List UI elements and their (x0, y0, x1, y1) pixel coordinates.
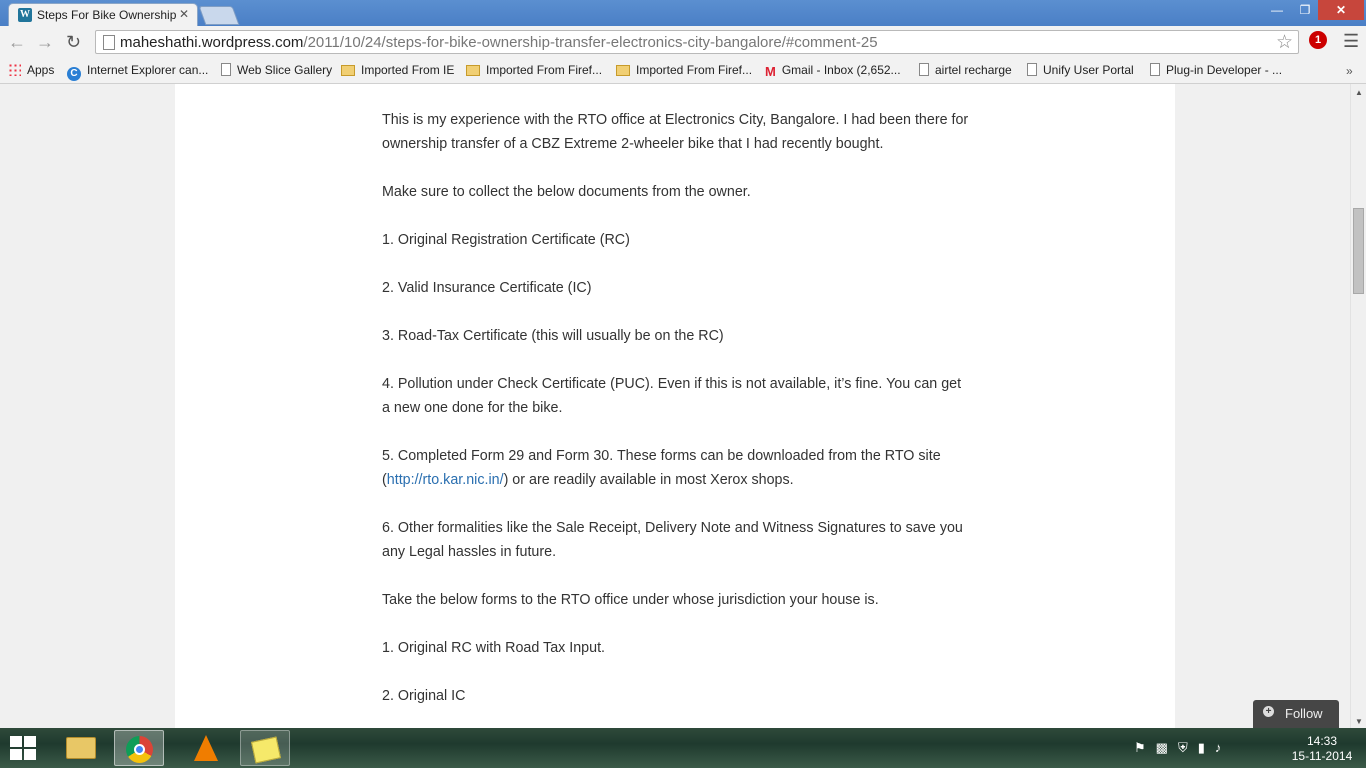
extension-badge-icon[interactable]: 1 (1309, 31, 1327, 49)
bookmarks-bar: Apps C Internet Explorer can... Web Slice… (0, 59, 1366, 84)
tab-close-icon[interactable]: ✕ (179, 7, 189, 21)
bookmark-web-slice[interactable]: Web Slice Gallery (221, 63, 332, 77)
rto-link[interactable]: http://rto.kar.nic.in/ (387, 472, 504, 488)
paragraph: Make sure to collect the below documents… (382, 184, 751, 200)
content-panel: This is my experience with the RTO offic… (175, 84, 1175, 728)
close-window-button[interactable]: ✕ (1318, 0, 1364, 20)
url-text[interactable]: maheshathi.wordpress.com/2011/10/24/step… (120, 34, 878, 51)
minimize-button[interactable]: — (1262, 0, 1292, 20)
vlc-icon[interactable] (180, 730, 230, 766)
article-body: This is my experience with the RTO offic… (382, 108, 972, 728)
chevron-right-icon[interactable]: » (1346, 64, 1353, 78)
back-arrow-icon[interactable]: ← (8, 32, 26, 52)
folder-icon (616, 65, 630, 76)
page-viewport: This is my experience with the RTO offic… (0, 84, 1350, 728)
chrome-icon[interactable] (114, 730, 164, 766)
follow-button[interactable]: + Follow (1253, 700, 1339, 728)
scroll-up-icon[interactable]: ▲ (1355, 88, 1363, 97)
url-path: /2011/10/24/steps-for-bike-ownership-tra… (303, 34, 878, 51)
reload-icon[interactable]: ↻ (66, 32, 81, 52)
volume-icon[interactable]: ♪ (1215, 740, 1232, 755)
paragraph: Take the below forms to the RTO office u… (382, 592, 879, 608)
bookmark-unify[interactable]: Unify User Portal (1027, 63, 1134, 77)
clock[interactable]: 14:33 15-11-2014 (1290, 734, 1354, 764)
list-item: 2. Original IC (382, 688, 466, 704)
bookmark-star-icon[interactable]: ☆ (1276, 31, 1293, 54)
page-icon (221, 63, 231, 76)
windows-taskbar: ⚑▩⛨▮♪ 14:33 15-11-2014 (0, 728, 1366, 768)
gmail-icon: M (765, 64, 776, 79)
title-bar: W Steps For Bike Ownership ✕ — ❐ ✕ (0, 0, 1366, 26)
list-item: 4. Pollution under Check Certificate (PU… (382, 376, 962, 416)
sticky-notes-icon[interactable] (240, 730, 290, 766)
bookmark-imported-firefox-1[interactable]: Imported From Firef... (466, 63, 602, 77)
system-tray[interactable]: ⚑▩⛨▮♪ (1134, 740, 1231, 756)
flag-icon[interactable]: ⚑ (1134, 740, 1156, 755)
folder-icon (466, 65, 480, 76)
page-icon (1150, 63, 1160, 76)
plus-icon: + (1263, 706, 1274, 717)
bookmark-gmail[interactable]: M Gmail - Inbox (2,652... (765, 63, 901, 79)
list-item: 1. Original RC with Road Tax Input. (382, 640, 606, 656)
menu-icon[interactable]: ☰ (1343, 32, 1359, 50)
clock-date: 15-11-2014 (1291, 749, 1353, 763)
bookmark-plugin-dev[interactable]: Plug-in Developer - ... (1150, 63, 1282, 77)
bookmark-apps[interactable]: Apps (8, 63, 54, 77)
bookmark-airtel[interactable]: airtel recharge (919, 63, 1012, 77)
list-item: 1. Original Registration Certificate (RC… (382, 232, 630, 248)
c-icon: C (67, 67, 81, 81)
tab-active[interactable]: W Steps For Bike Ownership ✕ (8, 3, 198, 26)
vertical-scrollbar[interactable]: ▲ ▼ (1350, 84, 1366, 728)
bookmark-imported-ie[interactable]: Imported From IE (341, 63, 454, 77)
network-icon[interactable]: ▩ (1156, 740, 1178, 755)
page-icon (103, 35, 115, 50)
paragraph: This is my experience with the RTO offic… (382, 112, 969, 152)
browser-toolbar: ← → ↻ maheshathi.wordpress.com/2011/10/2… (0, 26, 1366, 59)
scroll-thumb[interactable] (1353, 208, 1364, 294)
list-item: 5. Completed Form 29 and Form 30. These … (382, 448, 941, 488)
wordpress-icon: W (18, 8, 32, 22)
security-icon[interactable]: ⛨ (1178, 740, 1198, 755)
folder-icon (341, 65, 355, 76)
list-item: 2. Valid Insurance Certificate (IC) (382, 280, 592, 296)
scroll-down-icon[interactable]: ▼ (1355, 717, 1363, 726)
clock-time: 14:33 (1306, 734, 1338, 748)
page-icon (919, 63, 929, 76)
apps-icon (8, 63, 21, 76)
windows-start-icon[interactable] (10, 736, 38, 762)
file-explorer-icon[interactable] (56, 730, 106, 766)
bookmark-ie[interactable]: C Internet Explorer can... (67, 63, 208, 81)
new-tab-button[interactable] (198, 6, 240, 25)
tab-title: Steps For Bike Ownership (37, 8, 177, 22)
address-bar[interactable]: maheshathi.wordpress.com/2011/10/24/step… (95, 30, 1299, 54)
follow-label: Follow (1285, 706, 1323, 721)
url-domain: maheshathi.wordpress.com (120, 34, 304, 51)
bookmark-imported-firefox-2[interactable]: Imported From Firef... (616, 63, 752, 77)
list-item: 3. Road-Tax Certificate (this will usual… (382, 328, 724, 344)
forward-arrow-icon[interactable]: → (36, 32, 54, 52)
list-item: 6. Other formalities like the Sale Recei… (382, 520, 963, 560)
restore-button[interactable]: ❐ (1292, 0, 1318, 20)
page-icon (1027, 63, 1037, 76)
signal-icon[interactable]: ▮ (1198, 740, 1215, 755)
